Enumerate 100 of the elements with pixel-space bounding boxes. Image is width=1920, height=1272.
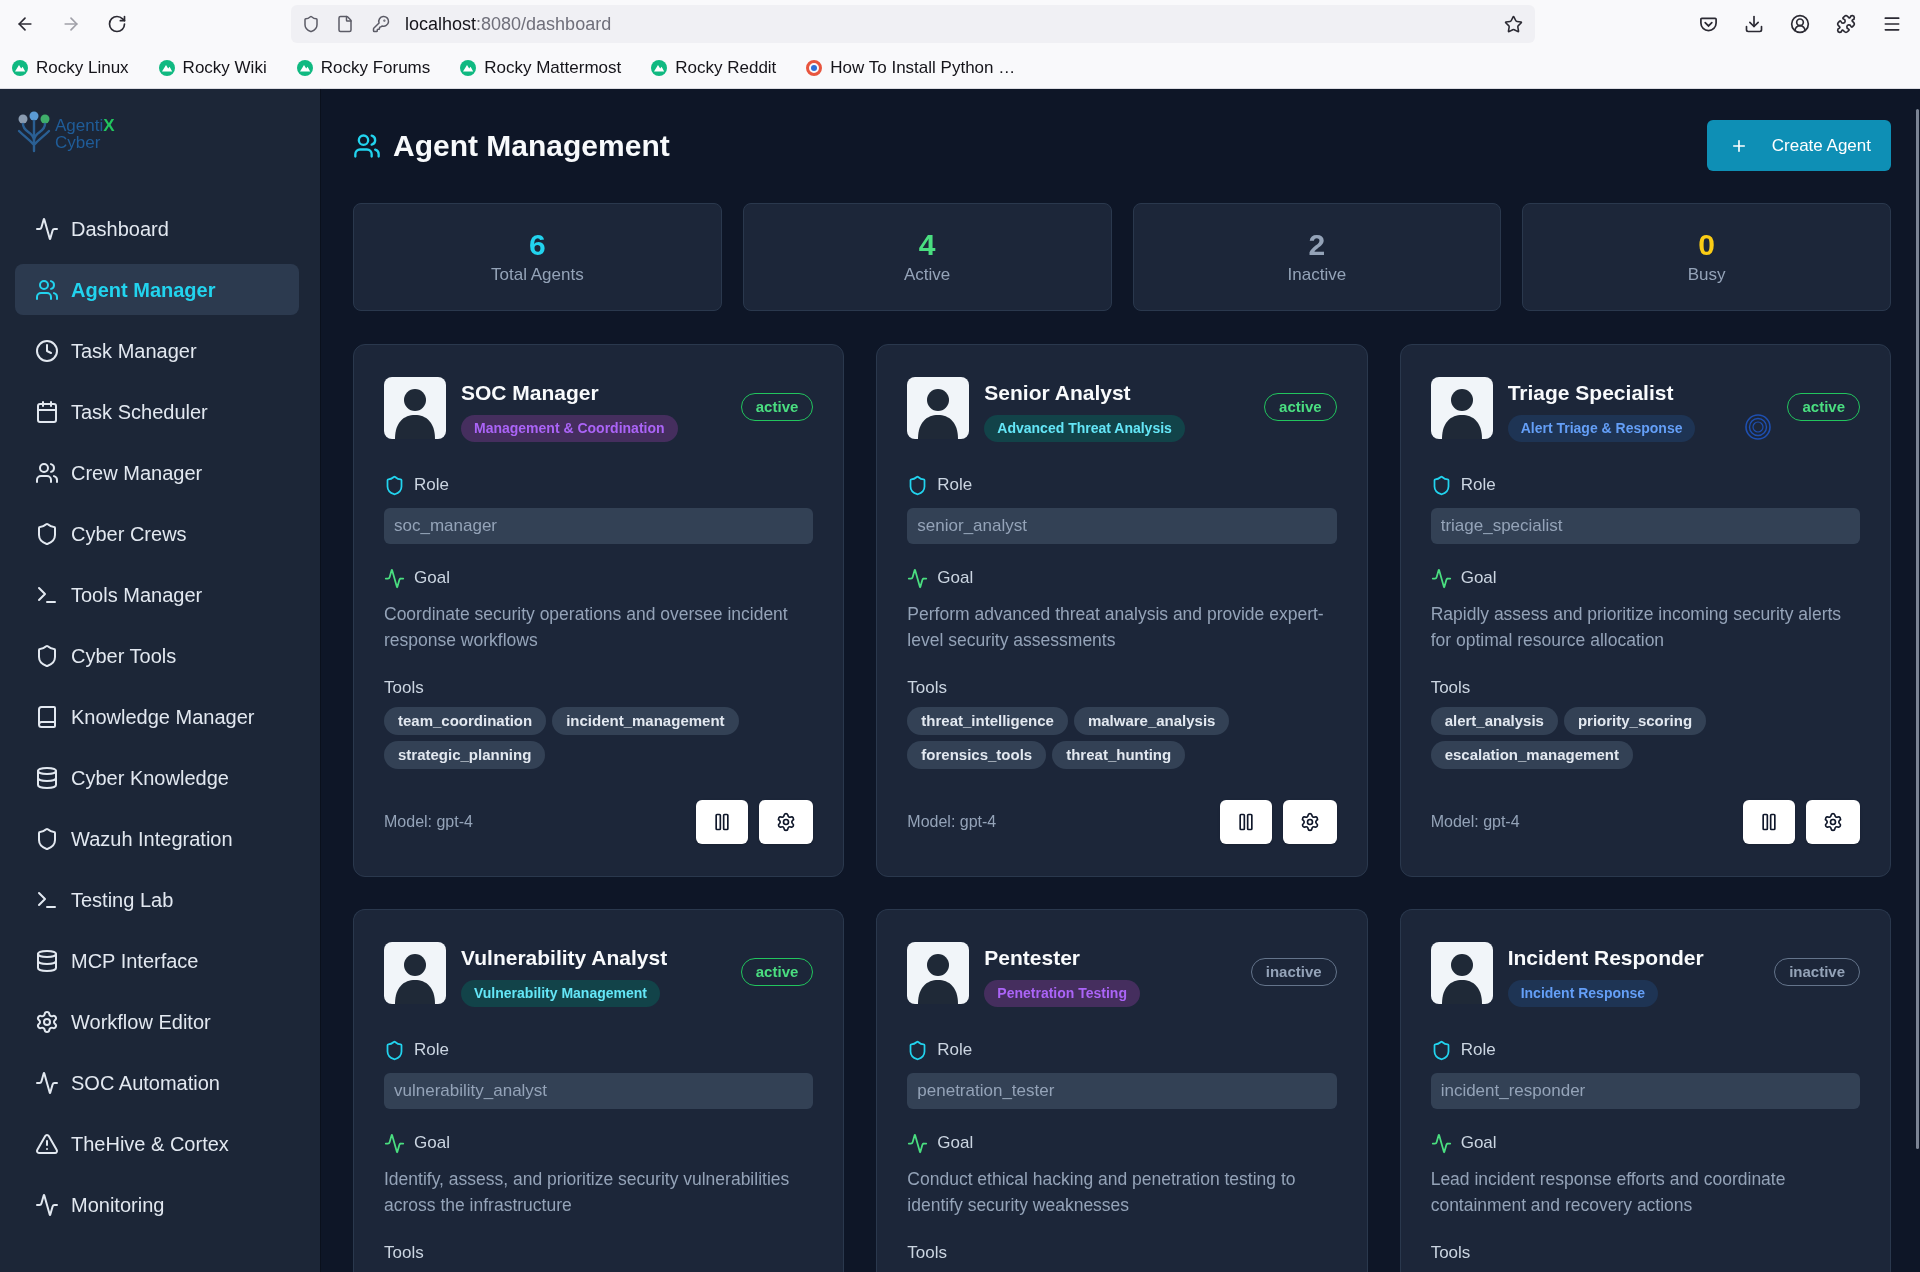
role-label: Role [1460,474,1496,496]
pause-icon [1759,812,1779,832]
settings-button[interactable] [759,800,814,844]
person-silhouette-icon [384,377,446,439]
nav-item[interactable]: Monitoring [15,1179,299,1230]
goal-label: Goal [414,1132,450,1154]
specialty-tag: Management & Coordination [461,415,678,442]
settings-icon [35,1009,59,1034]
reload-icon [107,14,127,34]
stat-value: 2 [1308,227,1326,263]
role-label: Role [1460,1039,1496,1061]
star-icon[interactable] [1504,14,1523,34]
tools-label: Tools [384,677,424,699]
settings-button[interactable] [1282,800,1337,844]
agent-name: SOC Manager [461,380,599,406]
menu-icon [1882,14,1902,34]
pause-button[interactable] [1743,800,1795,844]
mountain-circle-icon [12,60,28,76]
stat-label: Active [903,264,951,286]
settings-icon [776,812,797,832]
nav-item[interactable]: Crew Manager [15,447,299,498]
pulse-icon [35,1070,59,1095]
url-field[interactable]: localhost:8080/dashboard [291,5,1535,43]
warning-icon [35,1131,59,1156]
bookmark-link[interactable]: How To Install Python … [800,55,1022,81]
nav-item[interactable]: Agent Manager [15,264,299,315]
account-icon [1790,14,1810,34]
users-icon [35,277,59,302]
goal-label: Goal [937,567,974,589]
nav-item[interactable]: MCP Interface [15,935,299,986]
pulse-icon [35,216,59,241]
mountain-circle-icon [460,60,477,76]
settings-icon [1299,812,1320,832]
nav-item[interactable]: Cyber Crews [15,508,299,559]
role-label: Role [937,1039,973,1061]
nav-item[interactable]: TheHive & Cortex [15,1118,299,1169]
create-agent-button[interactable]: Create Agent [1706,120,1891,171]
bookmark-link[interactable]: Rocky Forums [290,55,437,81]
mountain-circle-icon [158,60,175,76]
nav-item[interactable]: Dashboard [15,203,299,254]
nav-item[interactable]: Knowledge Manager [15,691,299,742]
page-icon [336,15,354,33]
stat-value: 6 [529,227,546,263]
model-text: Model: gpt-4 [907,812,997,832]
nav-item[interactable]: Wazuh Integration [15,813,299,864]
database-icon [35,948,59,973]
agent-name: Vulnerability Analyst [461,945,668,971]
person-silhouette-icon [907,942,970,1004]
key-icon [372,15,390,33]
mountain-circle-icon [296,60,313,76]
goal-text: Coordinate security operations and oversee incident response workflows [384,603,789,652]
stat-value: 4 [918,227,936,263]
puzzle-icon [1836,14,1856,34]
tool-tag: incident_management [552,707,739,735]
goal-label: Goal [1460,567,1497,589]
nav-item[interactable]: Workflow Editor [15,996,299,1047]
stat-label: Total Agents [491,264,584,286]
nav-item[interactable]: Tools Manager [15,569,299,620]
users-icon [35,460,59,485]
nav-item[interactable]: Task Scheduler [15,386,299,437]
role-field: vulnerability_analyst [384,1073,814,1109]
nav-item[interactable]: Task Manager [15,325,299,376]
settings-button[interactable] [1806,800,1860,844]
pulse-icon [1430,567,1452,589]
pause-button[interactable] [1219,800,1272,844]
goal-text: Perform advanced threat analysis and provide expert-level security assessments [907,603,1325,652]
target-icon [806,60,823,76]
specialty-tag: Alert Triage & Response [1507,415,1696,442]
pulse-icon [907,1132,929,1154]
logo-text: AgentiX [55,116,115,134]
users-icon [353,131,381,160]
shield-icon [35,826,59,851]
nav-item[interactable]: SOC Automation [15,1057,299,1108]
nav-item[interactable]: Testing Lab [15,874,299,925]
shield-icon [384,1039,405,1061]
scrollbar-thumb[interactable] [1916,109,1919,1149]
pulse-icon [384,1132,405,1154]
goal-text: Conduct ethical hacking and penetration testing to identify security weaknesses [907,1168,1297,1217]
bookmark-link[interactable]: Rocky Linux [6,55,135,81]
nav-item[interactable]: Cyber Knowledge [15,752,299,803]
role-field: penetration_tester [907,1073,1337,1109]
agent-name: Triage Specialist [1507,380,1674,406]
download-icon [1744,14,1764,34]
book-icon [35,704,59,729]
tool-tag: forensics_tools [907,741,1047,769]
stat-label: Inactive [1287,264,1347,286]
pulse-icon [384,567,405,589]
pulse-icon [1430,1132,1452,1154]
tool-tag: priority_scoring [1563,707,1707,735]
nav-item[interactable]: Cyber Tools [15,630,299,681]
calendar-icon [35,399,59,424]
role-field: soc_manager [384,508,814,544]
model-text: Model: gpt-4 [384,812,473,832]
pause-button[interactable] [696,800,749,844]
tool-tag: threat_intelligence [907,707,1068,735]
bookmark-link[interactable]: Rocky Mattermost [454,55,628,81]
bookmark-link[interactable]: Rocky Reddit [645,55,783,81]
goal-text: Lead incident response efforts and coordinate containment and recovery actions [1430,1168,1787,1217]
bookmark-link[interactable]: Rocky Wiki [152,55,273,81]
specialty-tag: Vulnerability Management [461,980,660,1007]
